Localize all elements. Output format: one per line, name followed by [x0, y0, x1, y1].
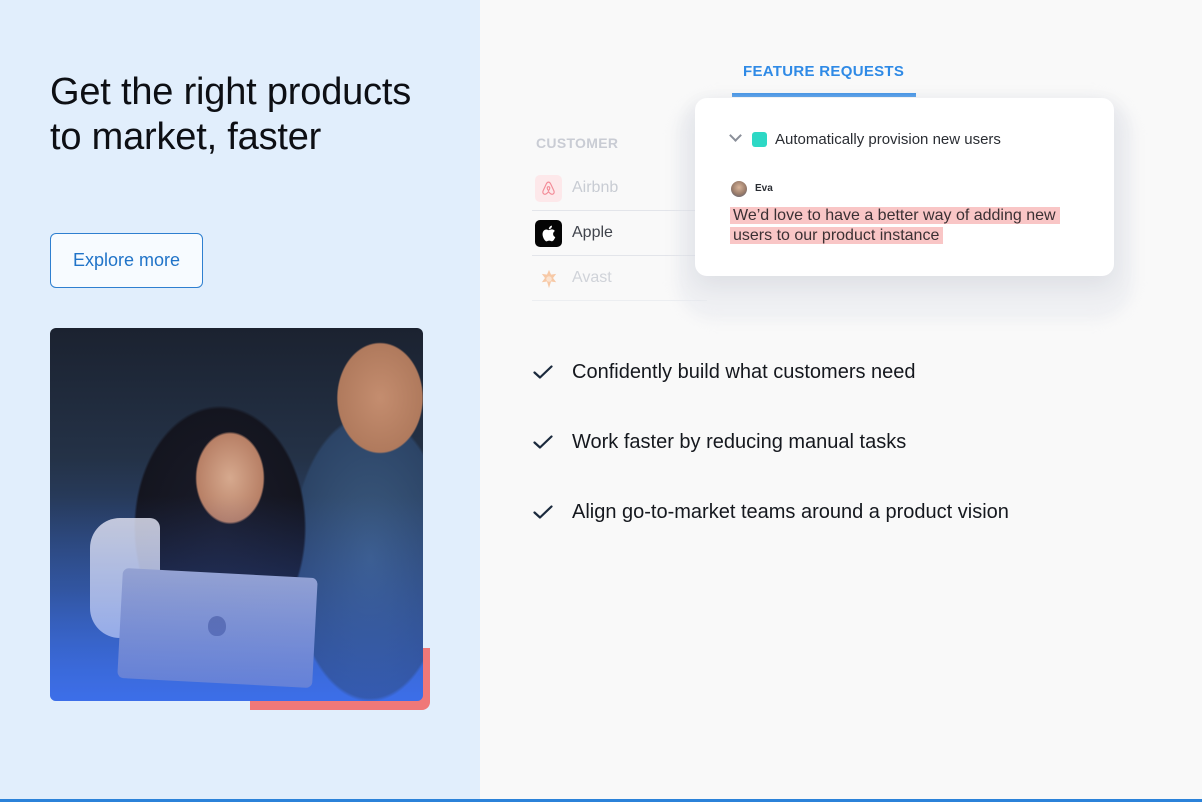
tab-feature-requests[interactable]: FEATURE REQUESTS [743, 63, 904, 80]
feature-request-title: Automatically provision new users [775, 131, 1001, 148]
benefit-text: Align go-to-market teams around a produc… [572, 501, 1009, 523]
hero-headline: Get the right products to market, faster [50, 71, 412, 158]
explore-more-button[interactable]: Explore more [50, 233, 203, 288]
comment-text: We’d love to have a better way of adding… [730, 206, 1090, 246]
airbnb-logo-icon [535, 175, 562, 202]
comment-highlight: We’d love to have a better way of adding… [730, 207, 1060, 244]
customer-name: Apple [572, 224, 613, 241]
avatar [731, 181, 747, 197]
checkmark-icon [533, 435, 553, 449]
status-color-swatch [752, 132, 767, 147]
people-with-laptop-photo [50, 328, 423, 701]
checkmark-icon [533, 365, 553, 379]
feature-request-card[interactable]: Automatically provision new users Eva We… [695, 98, 1114, 276]
customer-column-header: CUSTOMER [536, 135, 619, 151]
benefit-text: Work faster by reducing manual tasks [572, 431, 907, 453]
photo-blue-overlay [50, 328, 423, 701]
comment-author: Eva [755, 183, 773, 194]
checkmark-icon [533, 505, 553, 519]
customer-name: Airbnb [572, 179, 619, 196]
benefit-text: Confidently build what customers need [572, 361, 916, 383]
apple-logo-icon [535, 220, 562, 247]
customer-name: Avast [572, 269, 612, 286]
avast-logo-icon [535, 265, 562, 292]
chevron-down-icon[interactable] [729, 129, 742, 142]
